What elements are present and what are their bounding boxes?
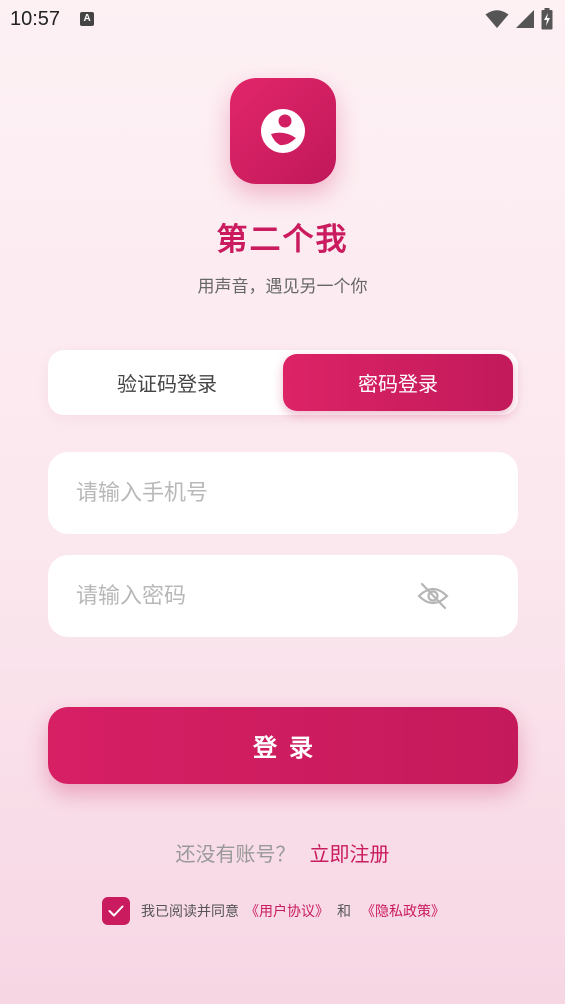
password-input[interactable] bbox=[76, 583, 406, 609]
tab-sms-login[interactable]: 验证码登录 bbox=[52, 354, 282, 411]
status-left: 10:57 A bbox=[10, 7, 95, 31]
agreement-row: 我已阅读并同意 《用户协议》 和 《隐私政策》 bbox=[102, 897, 449, 925]
eye-off-icon bbox=[417, 582, 449, 610]
wifi-icon bbox=[485, 10, 509, 28]
password-field-container bbox=[48, 555, 518, 637]
phone-field-container bbox=[48, 452, 518, 534]
face-logo-icon bbox=[261, 109, 305, 153]
user-agreement-link[interactable]: 《用户协议》 bbox=[245, 901, 329, 921]
tab-password-login[interactable]: 密码登录 bbox=[283, 354, 513, 411]
agreement-and: 和 bbox=[337, 904, 351, 920]
agreement-checkbox[interactable] bbox=[102, 897, 130, 925]
notification-icon: A bbox=[80, 12, 95, 26]
check-icon bbox=[108, 905, 124, 917]
app-slogan: 用声音，遇见另一个你 bbox=[197, 277, 368, 297]
battery-charging-icon bbox=[541, 8, 553, 30]
login-button[interactable]: 登录 bbox=[48, 707, 518, 784]
privacy-policy-link[interactable]: 《隐私政策》 bbox=[361, 901, 445, 921]
app-logo bbox=[230, 78, 336, 184]
register-link[interactable]: 立即注册 bbox=[310, 842, 390, 866]
status-time: 10:57 bbox=[10, 7, 61, 30]
cellular-signal-icon bbox=[516, 10, 534, 28]
register-line: 还没有账号？ 立即注册 bbox=[0, 838, 565, 867]
agreement-text: 我已阅读并同意 bbox=[141, 904, 239, 920]
phone-input[interactable] bbox=[76, 480, 406, 506]
status-bar: 10:57 A bbox=[0, 0, 565, 38]
login-mode-tabs: 验证码登录 密码登录 bbox=[48, 350, 518, 415]
app-name: 第二个我 bbox=[216, 222, 349, 258]
password-visibility-toggle[interactable] bbox=[415, 580, 451, 612]
status-right bbox=[485, 8, 553, 30]
register-prompt: 还没有账号？ bbox=[175, 842, 296, 866]
